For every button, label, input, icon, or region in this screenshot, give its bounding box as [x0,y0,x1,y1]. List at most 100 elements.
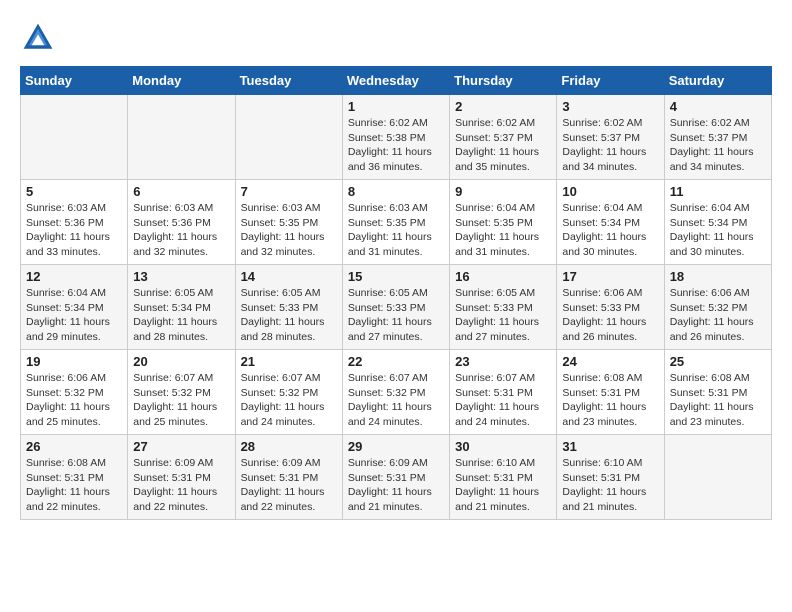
day-number: 31 [562,439,658,454]
day-number: 18 [670,269,766,284]
day-info: Sunrise: 6:06 AM Sunset: 5:32 PM Dayligh… [26,371,122,430]
calendar-cell [235,95,342,180]
calendar-week-4: 19 Sunrise: 6:06 AM Sunset: 5:32 PM Dayli… [21,350,772,435]
day-number: 3 [562,99,658,114]
day-info: Sunrise: 6:06 AM Sunset: 5:32 PM Dayligh… [670,286,766,345]
calendar-cell: 5Sunrise: 6:03 AM Sunset: 5:36 PM Daylig… [21,180,128,265]
page-header [20,20,772,56]
day-info: Sunrise: 6:09 AM Sunset: 5:31 PM Dayligh… [241,456,337,515]
calendar-cell: 31Sunrise: 6:10 AM Sunset: 5:31 PM Dayli… [557,435,664,520]
day-number: 28 [241,439,337,454]
calendar-week-2: 5 Sunrise: 6:03 AM Sunset: 5:36 PM Daylig… [21,180,772,265]
header-day-tuesday: Tuesday [235,67,342,95]
calendar-cell: 10 Sunrise: 6:04 AM Sunset: 5:34 PM Dayli… [557,180,664,265]
calendar-body: 1 Sunrise: 6:02 AM Sunset: 5:38 PM Daylig… [21,95,772,520]
day-info: Sunrise: 6:02 AM Sunset: 5:37 PM Dayligh… [670,116,766,175]
day-number: 19 [26,354,122,369]
day-info: Sunrise: 6:03 AM Sunset: 5:35 PM Dayligh… [241,201,337,260]
day-number: 9 [455,184,551,199]
calendar-table: SundayMondayTuesdayWednesdayThursdayFrid… [20,66,772,520]
day-info: Sunrise: 6:08 AM Sunset: 5:31 PM Dayligh… [26,456,122,515]
header-day-sunday: Sunday [21,67,128,95]
calendar-cell: 30 Sunrise: 6:10 AM Sunset: 5:31 PM Dayli… [450,435,557,520]
calendar-cell: 11 Sunrise: 6:04 AM Sunset: 5:34 PM Dayli… [664,180,771,265]
day-number: 10 [562,184,658,199]
day-number: 30 [455,439,551,454]
day-number: 11 [670,184,766,199]
calendar-cell: 16 Sunrise: 6:05 AM Sunset: 5:33 PM Dayli… [450,265,557,350]
day-info: Sunrise: 6:02 AM Sunset: 5:37 PM Dayligh… [562,116,658,175]
calendar-cell: 20 Sunrise: 6:07 AM Sunset: 5:32 PM Dayli… [128,350,235,435]
day-info: Sunrise: 6:02 AM Sunset: 5:38 PM Dayligh… [348,116,444,175]
logo-icon [20,20,56,56]
day-number: 26 [26,439,122,454]
calendar-cell: 12 Sunrise: 6:04 AM Sunset: 5:34 PM Dayli… [21,265,128,350]
day-info: Sunrise: 6:09 AM Sunset: 5:31 PM Dayligh… [133,456,229,515]
day-info: Sunrise: 6:07 AM Sunset: 5:32 PM Dayligh… [348,371,444,430]
day-info: Sunrise: 6:10 AM Sunset: 5:31 PM Dayligh… [455,456,551,515]
day-info: Sunrise: 6:04 AM Sunset: 5:34 PM Dayligh… [562,201,658,260]
calendar-cell: 23Sunrise: 6:07 AM Sunset: 5:31 PM Dayli… [450,350,557,435]
day-info: Sunrise: 6:05 AM Sunset: 5:33 PM Dayligh… [348,286,444,345]
calendar-week-1: 1 Sunrise: 6:02 AM Sunset: 5:38 PM Daylig… [21,95,772,180]
day-info: Sunrise: 6:03 AM Sunset: 5:36 PM Dayligh… [133,201,229,260]
day-number: 22 [348,354,444,369]
day-number: 6 [133,184,229,199]
calendar-week-5: 26 Sunrise: 6:08 AM Sunset: 5:31 PM Dayli… [21,435,772,520]
day-number: 1 [348,99,444,114]
header-day-monday: Monday [128,67,235,95]
calendar-cell: 7Sunrise: 6:03 AM Sunset: 5:35 PM Daylig… [235,180,342,265]
header-row: SundayMondayTuesdayWednesdayThursdayFrid… [21,67,772,95]
day-info: Sunrise: 6:08 AM Sunset: 5:31 PM Dayligh… [562,371,658,430]
calendar-cell: 27Sunrise: 6:09 AM Sunset: 5:31 PM Dayli… [128,435,235,520]
calendar-cell: 6 Sunrise: 6:03 AM Sunset: 5:36 PM Daylig… [128,180,235,265]
calendar-cell: 19 Sunrise: 6:06 AM Sunset: 5:32 PM Dayli… [21,350,128,435]
day-info: Sunrise: 6:03 AM Sunset: 5:35 PM Dayligh… [348,201,444,260]
calendar-cell: 25Sunrise: 6:08 AM Sunset: 5:31 PM Dayli… [664,350,771,435]
calendar-cell: 8 Sunrise: 6:03 AM Sunset: 5:35 PM Daylig… [342,180,449,265]
day-info: Sunrise: 6:05 AM Sunset: 5:33 PM Dayligh… [241,286,337,345]
day-number: 5 [26,184,122,199]
calendar-cell [128,95,235,180]
day-info: Sunrise: 6:04 AM Sunset: 5:35 PM Dayligh… [455,201,551,260]
day-info: Sunrise: 6:05 AM Sunset: 5:33 PM Dayligh… [455,286,551,345]
day-number: 14 [241,269,337,284]
calendar-cell: 17 Sunrise: 6:06 AM Sunset: 5:33 PM Dayli… [557,265,664,350]
day-number: 15 [348,269,444,284]
calendar-cell: 24 Sunrise: 6:08 AM Sunset: 5:31 PM Dayli… [557,350,664,435]
day-info: Sunrise: 6:07 AM Sunset: 5:32 PM Dayligh… [241,371,337,430]
calendar-week-3: 12 Sunrise: 6:04 AM Sunset: 5:34 PM Dayli… [21,265,772,350]
calendar-cell: 18 Sunrise: 6:06 AM Sunset: 5:32 PM Dayli… [664,265,771,350]
day-number: 12 [26,269,122,284]
day-info: Sunrise: 6:04 AM Sunset: 5:34 PM Dayligh… [26,286,122,345]
header-day-friday: Friday [557,67,664,95]
header-day-wednesday: Wednesday [342,67,449,95]
calendar-cell [664,435,771,520]
calendar-cell: 4 Sunrise: 6:02 AM Sunset: 5:37 PM Daylig… [664,95,771,180]
day-info: Sunrise: 6:04 AM Sunset: 5:34 PM Dayligh… [670,201,766,260]
day-number: 4 [670,99,766,114]
calendar-cell: 29Sunrise: 6:09 AM Sunset: 5:31 PM Dayli… [342,435,449,520]
header-day-thursday: Thursday [450,67,557,95]
day-number: 25 [670,354,766,369]
calendar-cell: 22 Sunrise: 6:07 AM Sunset: 5:32 PM Dayli… [342,350,449,435]
header-day-saturday: Saturday [664,67,771,95]
calendar-cell: 28 Sunrise: 6:09 AM Sunset: 5:31 PM Dayli… [235,435,342,520]
day-number: 8 [348,184,444,199]
day-info: Sunrise: 6:07 AM Sunset: 5:32 PM Dayligh… [133,371,229,430]
calendar-cell: 2Sunrise: 6:02 AM Sunset: 5:37 PM Daylig… [450,95,557,180]
calendar-cell: 3 Sunrise: 6:02 AM Sunset: 5:37 PM Daylig… [557,95,664,180]
calendar-header: SundayMondayTuesdayWednesdayThursdayFrid… [21,67,772,95]
day-number: 29 [348,439,444,454]
day-number: 24 [562,354,658,369]
day-info: Sunrise: 6:05 AM Sunset: 5:34 PM Dayligh… [133,286,229,345]
day-number: 16 [455,269,551,284]
day-number: 13 [133,269,229,284]
day-number: 20 [133,354,229,369]
calendar-cell: 14 Sunrise: 6:05 AM Sunset: 5:33 PM Dayli… [235,265,342,350]
day-number: 17 [562,269,658,284]
calendar-cell: 13 Sunrise: 6:05 AM Sunset: 5:34 PM Dayli… [128,265,235,350]
calendar-cell: 9 Sunrise: 6:04 AM Sunset: 5:35 PM Daylig… [450,180,557,265]
day-info: Sunrise: 6:06 AM Sunset: 5:33 PM Dayligh… [562,286,658,345]
day-info: Sunrise: 6:07 AM Sunset: 5:31 PM Dayligh… [455,371,551,430]
